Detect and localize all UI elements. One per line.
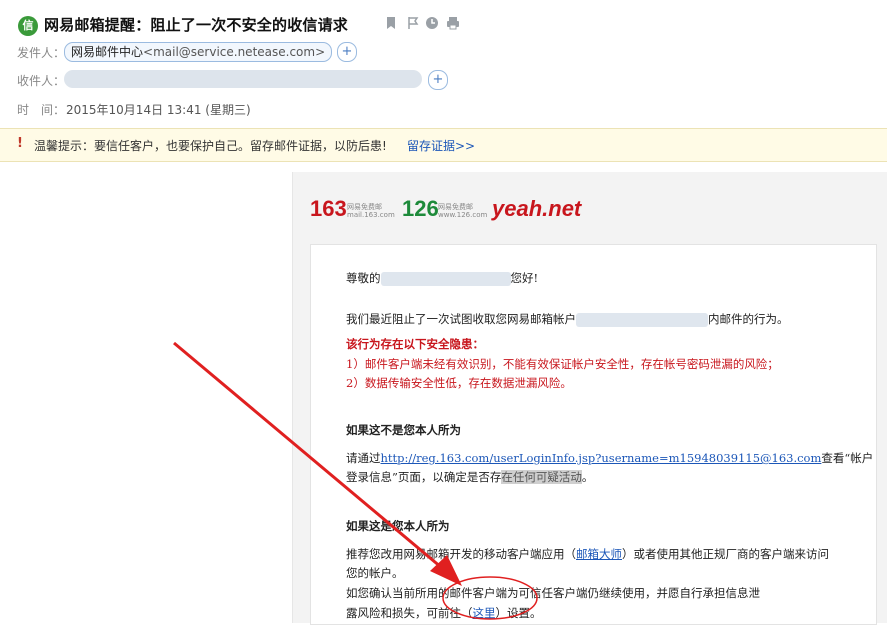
not-self-title: 如果这不是您本人所为 bbox=[346, 423, 461, 437]
highlighted-text: 在任何可疑活动 bbox=[501, 470, 582, 484]
flag-icon[interactable] bbox=[406, 16, 420, 32]
login-info-link[interactable]: http://reg.163.com/userLoginInfo.jsp?use… bbox=[381, 451, 822, 465]
brand-163-sub2: mail.163.com bbox=[347, 211, 395, 219]
not-self-line2-suffix: 。 bbox=[581, 470, 594, 484]
not-self-prefix: 请通过 bbox=[346, 451, 381, 465]
warning-bar: ! 温馨提示：要信任客户，也要保护自己。留存邮件证据，以防后患! 留存证据>> bbox=[0, 128, 887, 162]
greeting-prefix: 尊敬的 bbox=[346, 271, 381, 285]
sender-chip[interactable]: 网易邮件中心<mail@service.netease.com> bbox=[64, 42, 333, 62]
self-p3-suffix: ）设置。 bbox=[495, 606, 542, 620]
mail-master-link[interactable]: 邮箱大师 bbox=[576, 547, 622, 561]
greeting-suffix: 您好! bbox=[510, 271, 539, 285]
brand-163-sub1: 网易免费邮 bbox=[347, 203, 382, 211]
save-evidence-link[interactable]: 留存证据>> bbox=[407, 137, 475, 154]
self-title: 如果这是您本人所为 bbox=[346, 519, 450, 533]
p1-prefix: 我们最近阻止了一次试图收取您网易邮箱帐户 bbox=[346, 312, 576, 326]
brand-126-subtitle: 网易免费邮 www.126.com bbox=[438, 203, 487, 219]
time-label: 时 间： bbox=[17, 103, 66, 117]
brand-126-logo: 126 bbox=[402, 196, 439, 221]
brand-126-sub2: www.126.com bbox=[438, 211, 488, 219]
paragraph-blocked: 我们最近阻止了一次试图收取您网易邮箱帐户 内邮件的行为。 bbox=[346, 311, 789, 327]
brand-126-sub1: 网易免费邮 bbox=[438, 203, 473, 211]
settings-here-link[interactable]: 这里 bbox=[473, 606, 496, 620]
p1-suffix: 内邮件的行为。 bbox=[708, 312, 789, 326]
clock-icon[interactable] bbox=[425, 16, 439, 32]
self-line-1: 推荐您改用网易邮箱开发的移动客户端应用（邮箱大师）或者使用其他正规厂商的客户端来… bbox=[346, 546, 829, 562]
self-p3-prefix: 露风险和损失，可前往（ bbox=[346, 606, 473, 620]
not-self-line-2: 登录信息”页面，以确定是否存在任何可疑活动。 bbox=[346, 469, 593, 485]
sender-address: <mail@service.netease.com> bbox=[143, 45, 326, 59]
time-value: 2015年10月14日 13:41 (星期三) bbox=[66, 103, 251, 117]
sender-label: 发件人： bbox=[17, 46, 66, 60]
blurred-account bbox=[576, 313, 708, 327]
self-p1-suffix: ）或者使用其他正规厂商的客户端来访问 bbox=[622, 547, 829, 561]
not-self-line-1: 请通过http://reg.163.com/userLoginInfo.jsp?… bbox=[346, 450, 873, 466]
email-subject: 网易邮箱提醒：阻止了一次不安全的收信请求 bbox=[44, 16, 349, 34]
sender-name: 网易邮件中心 bbox=[71, 45, 144, 59]
risk-item-1: 1）邮件客户端未经有效识别，不能有效保证帐户安全性，存在帐号密码泄漏的风险； bbox=[346, 357, 779, 371]
risk-item-2: 2）数据传输安全性低，存在数据泄漏风险。 bbox=[346, 376, 572, 390]
add-recipient-contact-button[interactable]: + bbox=[428, 70, 448, 90]
brand-163-subtitle: 网易免费邮 mail.163.com bbox=[347, 203, 395, 219]
self-line-4: 露风险和损失，可前往（这里）设置。 bbox=[346, 605, 542, 621]
print-icon[interactable] bbox=[446, 16, 460, 32]
self-line-3: 如您确认当前所用的邮件客户端为可信任客户端仍继续使用，并愿自行承担信息泄 bbox=[346, 586, 760, 600]
netease-mail-logo-icon: 信 bbox=[18, 16, 38, 36]
self-p1-prefix: 推荐您改用网易邮箱开发的移动客户端应用（ bbox=[346, 547, 576, 561]
brand-yeah-logo: yeah.net bbox=[492, 196, 582, 221]
recipient-chip-blurred[interactable] bbox=[64, 70, 422, 88]
brand-163-logo: 163 bbox=[310, 196, 347, 221]
greeting: 尊敬的 您好! bbox=[346, 270, 538, 286]
add-sender-contact-button[interactable]: + bbox=[337, 42, 357, 62]
self-line-2: 您的帐户。 bbox=[346, 566, 404, 580]
not-self-line2-prefix: 登录信息”页面，以确定是否存 bbox=[346, 470, 502, 484]
risk-title: 该行为存在以下安全隐患： bbox=[346, 337, 484, 351]
not-self-suffix: 查看“帐户 bbox=[821, 451, 874, 465]
warning-icon: ! bbox=[17, 136, 23, 151]
recipient-label: 收件人： bbox=[17, 74, 66, 88]
blurred-username bbox=[380, 272, 511, 286]
bookmark-icon[interactable] bbox=[384, 16, 398, 32]
warning-text: 温馨提示：要信任客户，也要保护自己。留存邮件证据，以防后患! bbox=[34, 139, 387, 153]
email-header: 信 网易邮箱提醒：阻止了一次不安全的收信请求 发件人： 网易邮件中心<mail@… bbox=[0, 0, 887, 126]
